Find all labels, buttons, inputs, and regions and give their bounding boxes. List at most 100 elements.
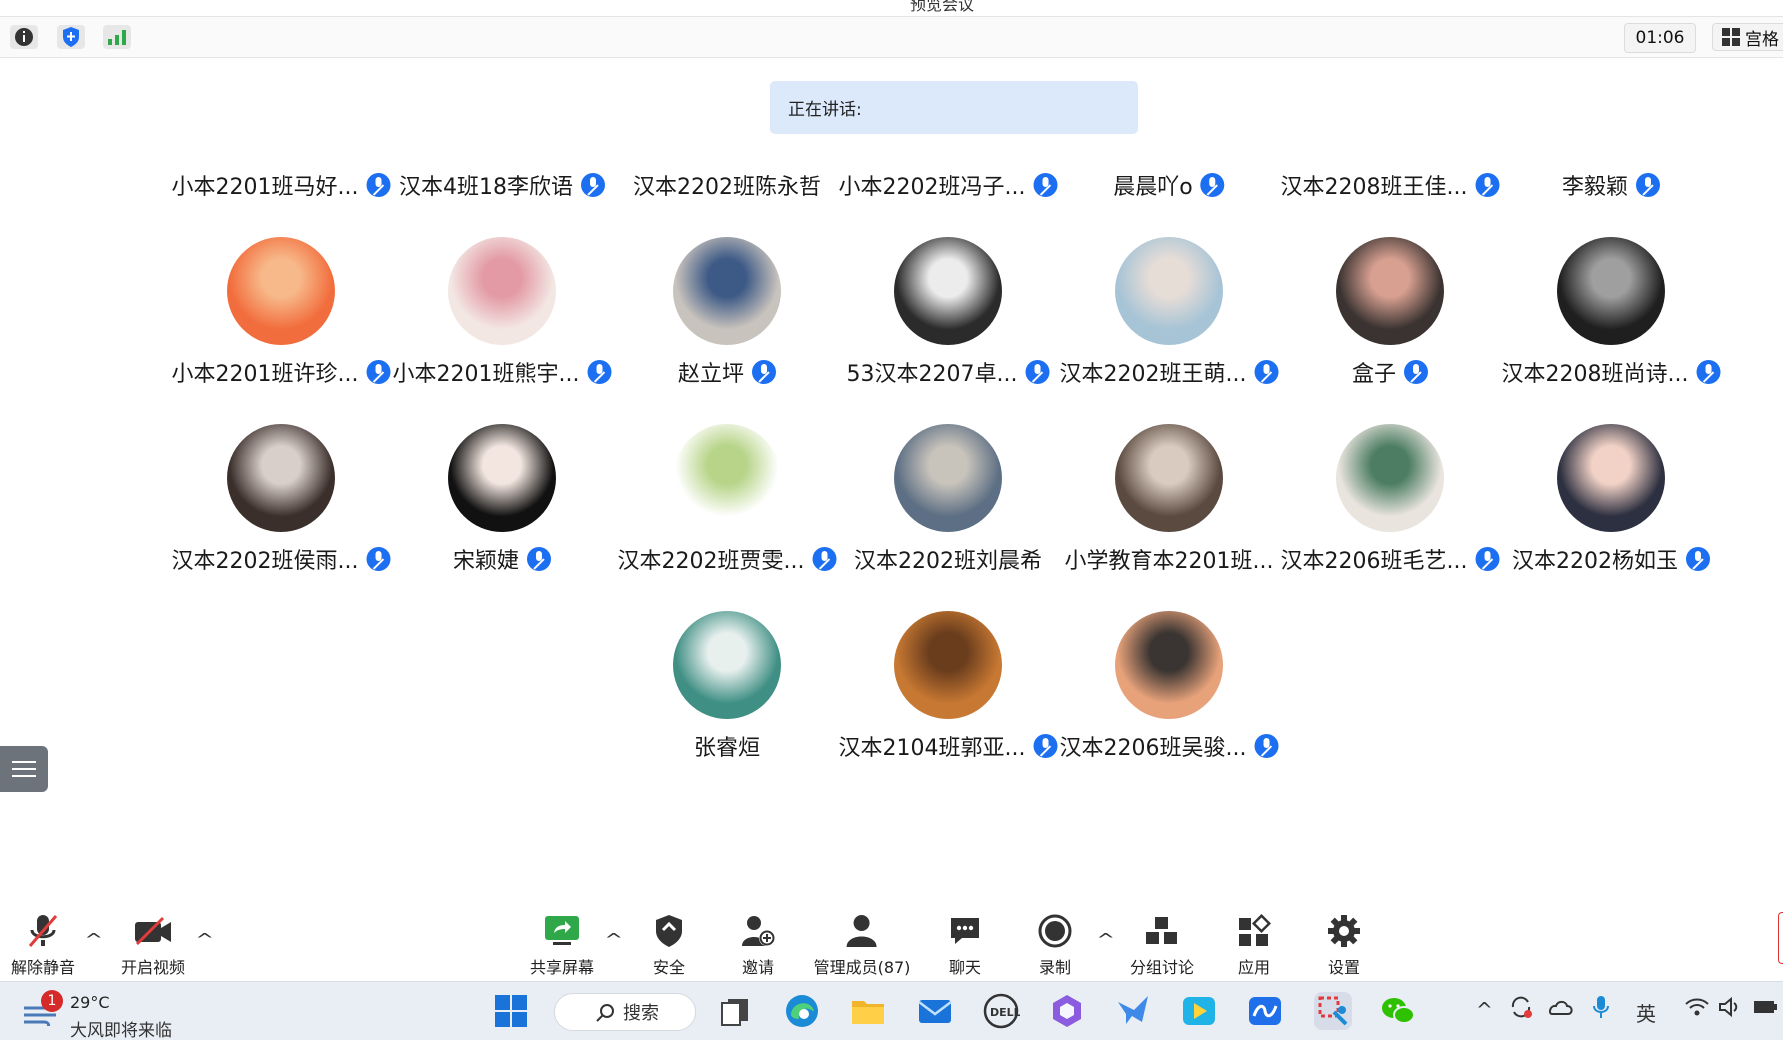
side-panel-toggle[interactable]	[0, 746, 48, 792]
view-switch-label: 宫格	[1745, 29, 1779, 50]
participant-name-row: 晨晨吖o	[1113, 170, 1225, 200]
unmute-label: 解除静音	[10, 958, 76, 977]
apps-button[interactable]: 应用	[1234, 905, 1274, 981]
participant-name: 小本2201班马好...	[171, 175, 359, 200]
search-icon	[596, 1004, 614, 1022]
participant-name-row: 小本2201班熊宇...	[393, 357, 612, 387]
chat-bubble-icon	[945, 910, 985, 952]
participant-name-row: 汉本2206班毛艺...	[1281, 544, 1500, 574]
participant-avatar	[673, 611, 781, 719]
members-icon	[842, 910, 882, 952]
participant-name-row: 汉本2202班陈永哲	[633, 170, 821, 200]
battery-icon[interactable]	[1752, 996, 1778, 1023]
participant-avatar	[1115, 237, 1223, 345]
info-icon[interactable]	[10, 25, 38, 49]
participant-name-row: 小本2201班许珍...	[172, 357, 391, 387]
participant-avatar	[227, 424, 335, 532]
participant-name-row: 宋颖婕	[453, 544, 552, 574]
encryption-shield-icon[interactable]	[57, 25, 85, 49]
weather-temperature: 29°C	[70, 993, 110, 1012]
apps-icon	[1234, 910, 1274, 952]
dell-icon[interactable]: DELL	[982, 992, 1021, 1030]
window-titlebar: 预览会议	[0, 0, 1783, 17]
participant-avatar	[1115, 611, 1223, 719]
microphone-muted-icon	[1696, 360, 1721, 384]
participant-avatar	[1557, 237, 1665, 345]
record-label: 录制	[1038, 958, 1071, 977]
volume-icon[interactable]	[1717, 996, 1743, 1023]
share-options-caret-icon[interactable]: ^	[604, 930, 623, 949]
participant-name: 汉本2202班侯雨...	[171, 549, 359, 574]
participant-name-row: 汉本2202班王萌...	[1060, 357, 1279, 387]
task-view-icon[interactable]	[716, 992, 754, 1030]
participant-avatar	[894, 611, 1002, 719]
manage-members-button[interactable]: 管理成员(87)	[814, 905, 910, 981]
ime-indicator[interactable]: 英	[1636, 998, 1656, 1027]
weather-badge: 1	[41, 990, 63, 1012]
wechat-icon[interactable]	[1379, 992, 1417, 1030]
settings-label: 设置	[1327, 958, 1360, 977]
participant-avatar	[448, 424, 556, 532]
participant-name: 汉本2202班王萌...	[1059, 362, 1247, 387]
participant-name: 53汉本2207卓...	[846, 362, 1018, 387]
side-handle[interactable]	[1778, 912, 1783, 964]
onedrive-cloud-icon[interactable]	[1546, 996, 1574, 1023]
microphone-muted-icon	[366, 360, 391, 384]
participant-avatar	[227, 237, 335, 345]
participant-avatar	[1336, 237, 1444, 345]
taskbar-search[interactable]: 搜索	[554, 993, 696, 1031]
video-player-icon[interactable]	[1180, 992, 1218, 1030]
meeting-timer: 01:06	[1624, 23, 1696, 53]
start-video-button[interactable]: 开启视频	[121, 905, 185, 981]
apps-label: 应用	[1237, 958, 1270, 977]
tray-overflow-icon[interactable]: ^	[1476, 998, 1493, 1022]
camera-off-icon	[133, 910, 173, 952]
record-button[interactable]: 录制	[1035, 905, 1075, 981]
speaking-indicator: 正在讲话:	[770, 81, 1138, 134]
security-button[interactable]: 安全	[649, 905, 689, 981]
windows-start-icon[interactable]	[492, 992, 530, 1030]
participant-avatar	[1557, 424, 1665, 532]
participant-name-row: 小本2202班冯子...	[839, 170, 1058, 200]
participant-name-row: 汉本4班18李欣语	[399, 170, 605, 200]
breakout-rooms-button[interactable]: 分组讨论	[1130, 905, 1194, 981]
participant-avatar	[894, 424, 1002, 532]
network-signal-icon[interactable]	[103, 25, 131, 49]
wifi-icon[interactable]	[1684, 996, 1710, 1023]
feishu-bird-icon[interactable]	[1114, 992, 1152, 1030]
participant-name: 汉本2202班刘晨希	[854, 549, 1042, 574]
video-options-caret-icon[interactable]: ^	[195, 930, 214, 949]
participant-avatar	[673, 237, 781, 345]
invite-button[interactable]: 邀请	[738, 905, 778, 981]
participant-name-row: 李毅颖	[1561, 170, 1661, 200]
chat-label: 聊天	[948, 958, 981, 977]
participant-name: 汉本2202杨如玉	[1512, 549, 1678, 574]
unmute-button[interactable]: 解除静音	[11, 905, 75, 981]
participant-avatar	[894, 237, 1002, 345]
participant-name: 汉本2206班吴骏...	[1059, 736, 1247, 761]
chat-button[interactable]: 聊天	[945, 905, 985, 981]
share-screen-button[interactable]: 共享屏幕	[530, 905, 594, 981]
svg-text:DELL: DELL	[990, 1006, 1020, 1019]
participant-name-row: 赵立坪	[678, 357, 777, 387]
settings-button[interactable]: 设置	[1324, 905, 1364, 981]
participant-name: 李毅颖	[1561, 175, 1629, 200]
copilot-icon[interactable]	[1048, 992, 1086, 1030]
microphone-muted-icon	[1404, 360, 1429, 384]
mail-icon[interactable]	[916, 992, 954, 1030]
edge-browser-icon[interactable]	[783, 992, 821, 1030]
microphone-muted-icon	[1033, 173, 1058, 197]
microphone-tray-icon[interactable]	[1591, 994, 1611, 1025]
security-shield-icon	[649, 910, 689, 952]
participant-name: 汉本2202班贾雯...	[617, 549, 805, 574]
view-switch-button[interactable]: 宫格	[1712, 23, 1783, 51]
sync-icon[interactable]	[1508, 994, 1534, 1025]
file-explorer-icon[interactable]	[849, 992, 887, 1030]
audio-options-caret-icon[interactable]: ^	[84, 930, 103, 949]
microphone-muted-icon	[1686, 547, 1710, 571]
tencent-meeting-icon[interactable]	[1246, 992, 1284, 1030]
share-screen-icon	[542, 910, 582, 952]
snipping-tool-icon[interactable]	[1314, 992, 1352, 1030]
record-options-caret-icon[interactable]: ^	[1096, 930, 1115, 949]
participant-name-row: 盒子	[1352, 357, 1429, 387]
